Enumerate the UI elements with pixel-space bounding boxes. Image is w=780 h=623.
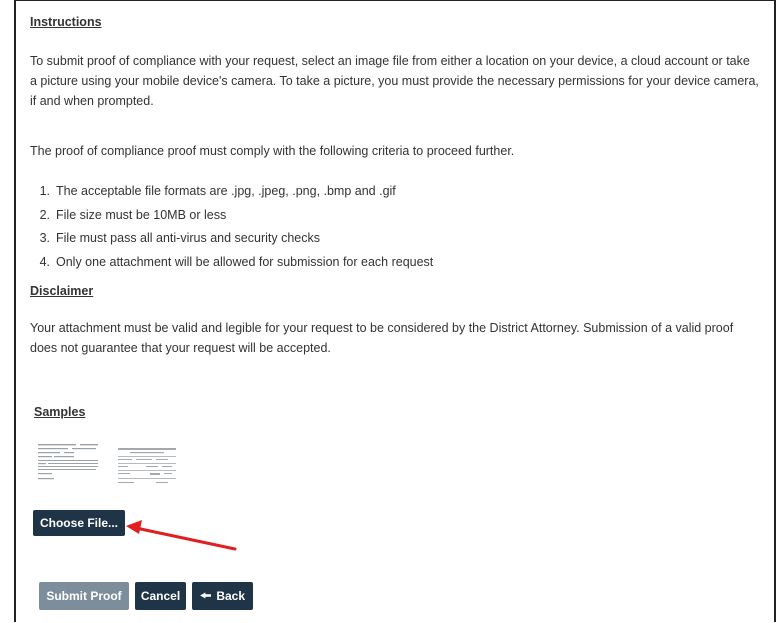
- list-item-text: The acceptable file formats are .jpg, .j…: [56, 184, 396, 198]
- samples-heading: Samples: [34, 405, 86, 419]
- list-item-number: 1.: [39, 184, 50, 198]
- criteria-intro: The proof of compliance proof must compl…: [30, 144, 515, 158]
- list-item-number: 2.: [39, 207, 50, 222]
- disclaimer-heading: Disclaimer: [30, 284, 94, 298]
- list-item-text: Only one attachment will be allowed for …: [56, 254, 434, 269]
- list-item: 2. File size must be 10MB or less: [30, 204, 433, 228]
- red-arrow-annotation-icon: [126, 520, 237, 551]
- arrow-left-icon: 🠘: [199, 588, 212, 603]
- instructions-paragraph: To submit proof of compliance with your …: [30, 54, 759, 108]
- disclaimer-text: Your attachment must be valid and legibl…: [30, 321, 734, 355]
- list-item-number: 4.: [39, 254, 50, 269]
- list-item-number: 3.: [39, 231, 50, 245]
- back-button[interactable]: 🠘 Back: [192, 582, 253, 610]
- list-item: 3. File must pass all anti-virus and secu…: [30, 227, 433, 251]
- instructions-heading: Instructions: [30, 15, 102, 29]
- sample-thumbnail-2[interactable]: [116, 445, 178, 489]
- sample-thumbnail-1[interactable]: [36, 440, 102, 484]
- document-thumbnail-icon: [36, 440, 102, 484]
- list-item: 4. Only one attachment will be allowed fo…: [30, 251, 434, 275]
- list-item: 1. The acceptable file formats are .jpg, …: [30, 180, 433, 204]
- list-item-text: File must pass all anti-virus and securi…: [56, 231, 320, 245]
- form-thumbnail-icon: [116, 445, 178, 489]
- list-item-text: File size must be 10MB or less: [56, 207, 227, 222]
- submit-proof-button[interactable]: Submit Proof: [39, 582, 129, 610]
- choose-file-button[interactable]: Choose File...: [33, 510, 125, 536]
- back-button-label: Back: [216, 589, 246, 603]
- cancel-button[interactable]: Cancel: [135, 582, 186, 610]
- criteria-list: 1. The acceptable file formats are .jpg, …: [30, 180, 434, 275]
